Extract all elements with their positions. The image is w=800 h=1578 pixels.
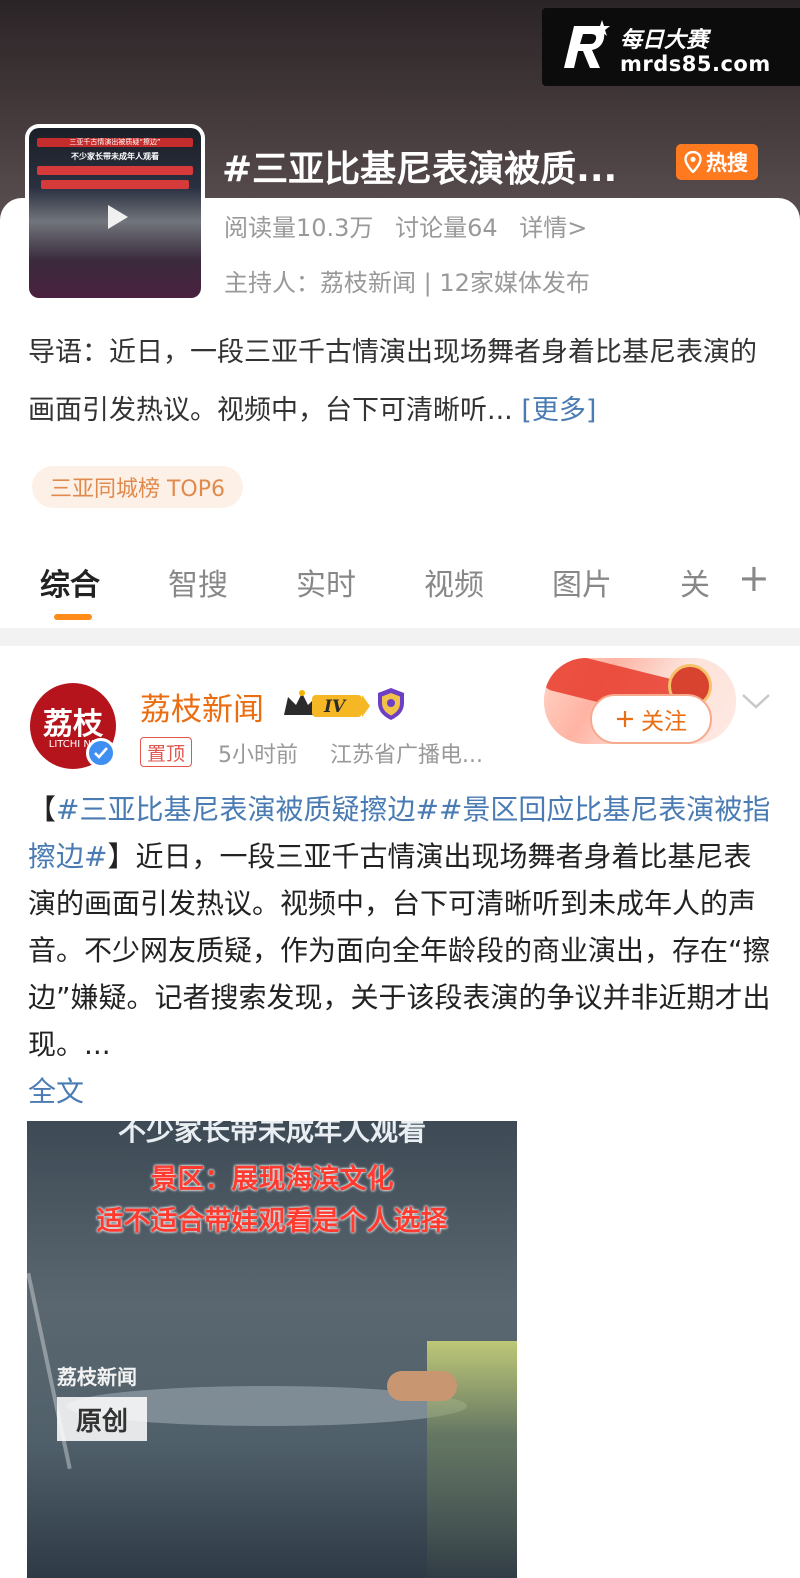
thumbnail-line-3	[37, 166, 193, 175]
brand-logo-icon	[564, 20, 610, 68]
bracket-open: 【	[28, 793, 57, 826]
video-hand	[387, 1371, 457, 1401]
tab-comprehensive[interactable]: 综合	[40, 560, 100, 604]
rank-pill[interactable]: 三亚同城榜 TOP6	[32, 466, 244, 508]
thumbnail-line-1: 三亚千古情演出被质疑“擦边”	[37, 138, 193, 147]
post-text: 【#三亚比基尼表演被质疑擦边##景区回应比基尼表演被指擦边#】近日，一段三亚千古…	[28, 786, 773, 1115]
post-video[interactable]: 不少家长带未成年人观看 景区：展现海滨文化 适不适合带娃观看是个人选择 荔枝新闻…	[27, 1121, 517, 1578]
bracket-close: 】	[107, 840, 136, 873]
video-caption-1: 景区：展现海滨文化	[150, 1164, 394, 1195]
avatar-logo-text: 荔枝	[43, 707, 103, 742]
section-divider	[0, 628, 800, 646]
full-text-link[interactable]: 全文	[28, 1075, 84, 1108]
tab-video[interactable]: 视频	[424, 560, 484, 604]
tab-related[interactable]: 关	[680, 560, 710, 604]
search-tabs: 综合 智搜 实时 视频 图片 关 +	[0, 556, 800, 620]
hot-badge-label: 热搜	[706, 151, 748, 175]
watermark-domain: mrds85.com	[620, 52, 771, 76]
video-top-caption: 不少家长带未成年人观看	[117, 1121, 426, 1147]
watermark: 每日大赛 mrds85.com	[542, 8, 800, 86]
tab-images[interactable]: 图片	[552, 560, 612, 604]
read-count: 阅读量10.3万	[224, 214, 374, 242]
active-tab-indicator	[54, 614, 92, 620]
topic-title: #三亚比基尼表演被质...	[222, 149, 618, 190]
shield-badge-icon	[378, 688, 404, 720]
post-body: 近日，一段三亚千古情演出现场舞者身着比基尼表演的画面引发热议。视频中，台下可清晰…	[28, 840, 771, 1061]
tab-realtime[interactable]: 实时	[296, 560, 356, 604]
hot-search-badge[interactable]: 热搜	[676, 144, 758, 180]
verified-icon	[86, 738, 116, 768]
post-source: 江苏省广播电...	[330, 743, 483, 768]
lead-text: 导语：近日，一段三亚千古情演出现场舞者身着比基尼表演的画面引发热议。视频中，台下…	[28, 337, 757, 426]
topic-stats: 阅读量10.3万 讨论量64 详情>	[224, 208, 601, 243]
location-pin-icon	[684, 151, 702, 173]
topic-host: 主持人：荔枝新闻 | 12家媒体发布	[224, 269, 590, 297]
post-time: 5小时前	[218, 743, 298, 768]
follow-label: 关注	[641, 709, 687, 735]
thumbnail-line-4	[41, 180, 189, 189]
discussion-count: 讨论量64	[395, 214, 498, 242]
video-caption-2: 适不适合带娃观看是个人选择	[96, 1206, 448, 1237]
plus-icon	[617, 711, 633, 727]
details-link[interactable]: 详情>	[519, 214, 587, 242]
level-badge-text: IV	[323, 697, 347, 717]
hashtag-link-1[interactable]: #三亚比基尼表演被质疑擦边#	[56, 793, 439, 826]
video-original-tag: 原创	[57, 1397, 147, 1441]
crown-level-badge-icon: IV	[284, 690, 370, 717]
play-icon	[108, 205, 128, 229]
thumbnail-image: 三亚千古情演出被质疑“擦边” 不少家长带未成年人观看	[29, 128, 201, 298]
author-name[interactable]: 荔枝新闻	[140, 684, 264, 729]
video-brand-watermark: 荔枝新闻	[57, 1365, 137, 1389]
lead-more-link[interactable]: [更多]	[521, 395, 596, 426]
topic-lead: 导语：近日，一段三亚千古情演出现场舞者身着比基尼表演的画面引发热议。视频中，台下…	[28, 324, 773, 440]
thumbnail-line-2: 不少家长带未成年人观看	[71, 152, 159, 161]
tabs-add-icon[interactable]: +	[738, 556, 770, 600]
chevron-down-icon[interactable]	[740, 690, 772, 712]
topic-thumbnail[interactable]: 三亚千古情演出被质疑“擦边” 不少家长带未成年人观看	[25, 124, 205, 302]
pinned-tag: 置顶	[140, 737, 193, 767]
follow-button[interactable]: 关注	[590, 694, 712, 744]
watermark-title: 每日大赛	[620, 28, 709, 53]
tab-smart-search[interactable]: 智搜	[168, 560, 228, 604]
